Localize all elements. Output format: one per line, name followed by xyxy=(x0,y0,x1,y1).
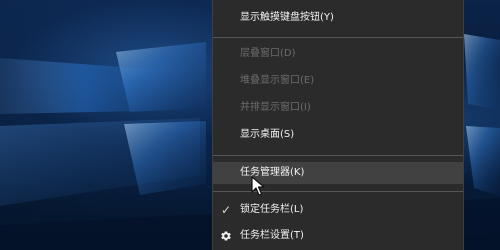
menu-item-label: 显示桌面(S) xyxy=(240,129,295,140)
menu-item-label: 并排显示窗口(I) xyxy=(240,102,311,113)
menu-item-label: 显示触摸键盘按钮(Y) xyxy=(240,12,334,23)
gear-icon xyxy=(221,231,231,241)
menu-item-label: 任务栏设置(T) xyxy=(240,230,304,241)
menu-item-cascade-windows[interactable]: 层叠窗口(D) xyxy=(213,43,463,65)
menu-item-taskbar-settings[interactable]: 任务栏设置(T) xyxy=(213,225,463,247)
menu-separator xyxy=(213,191,463,192)
menu-item-lock-taskbar[interactable]: ✓ 锁定任务栏(L) xyxy=(213,199,463,221)
menu-item-task-manager[interactable]: 任务管理器(K) xyxy=(213,162,463,184)
menu-item-label: 层叠窗口(D) xyxy=(240,48,296,59)
menu-separator xyxy=(213,37,463,38)
menu-item-show-windows-side-by-side[interactable]: 并排显示窗口(I) xyxy=(213,97,463,119)
menu-item-show-desktop[interactable]: 显示桌面(S) xyxy=(213,124,463,146)
menu-item-label: 任务管理器(K) xyxy=(240,167,305,178)
menu-item-label: 锁定任务栏(L) xyxy=(240,204,304,215)
checkmark-icon: ✓ xyxy=(221,203,232,217)
menu-item-show-windows-stacked[interactable]: 堆叠显示窗口(E) xyxy=(213,70,463,92)
menu-item-label: 堆叠显示窗口(E) xyxy=(240,75,315,86)
menu-item-show-touch-keyboard-button[interactable]: 显示触摸键盘按钮(Y) xyxy=(213,7,463,29)
menu-separator xyxy=(213,155,463,156)
taskbar-context-menu: 显示触摸键盘按钮(Y) 层叠窗口(D) 堆叠显示窗口(E) 并排显示窗口(I) … xyxy=(212,0,464,250)
